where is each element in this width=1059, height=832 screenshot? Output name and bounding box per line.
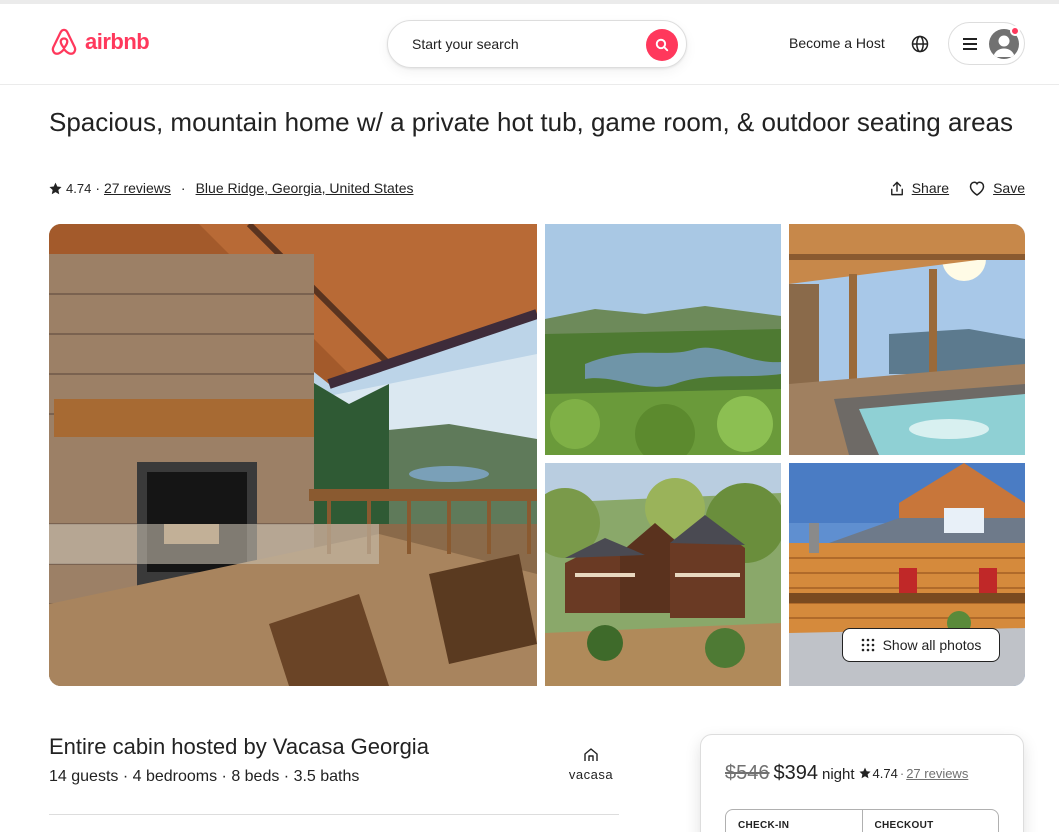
- checkout-field[interactable]: CHECKOUT: [861, 810, 999, 832]
- nightly-price: $394: [773, 762, 819, 784]
- logo-text: airbnb: [85, 29, 150, 54]
- price-unit: night: [822, 766, 855, 783]
- reviews-link[interactable]: 27 reviews: [104, 180, 171, 196]
- host-heading: Entire cabin hosted by Vacasa Georgia: [49, 734, 429, 759]
- card-rating-value: 4.74: [872, 765, 898, 781]
- price-row: $546 $394 night 4.74 · 27 reviews: [725, 762, 968, 785]
- heart-icon: [969, 180, 985, 196]
- meta-separator: ·: [180, 180, 186, 196]
- gallery-photo-main[interactable]: [49, 224, 537, 686]
- gallery-photo-3[interactable]: [789, 224, 1025, 455]
- save-button[interactable]: Save: [969, 180, 1025, 196]
- card-reviews-link[interactable]: 27 reviews: [906, 766, 968, 781]
- location-link[interactable]: Blue Ridge, Georgia, United States: [196, 180, 414, 196]
- card-rating-separator: ·: [899, 765, 905, 781]
- checkout-label: CHECKOUT: [874, 820, 934, 831]
- airbnb-logo-icon: [51, 28, 77, 55]
- listing-meta: 4.74 · 27 reviews · Blue Ridge, Georgia,…: [49, 180, 413, 196]
- search-placeholder: Start your search: [412, 36, 519, 52]
- section-divider: [49, 814, 619, 815]
- house-icon: [584, 748, 598, 761]
- star-icon: [49, 182, 62, 194]
- show-all-photos-button[interactable]: Show all photos: [842, 628, 1000, 662]
- meta-separator: ·: [95, 180, 100, 196]
- grid-dots-icon: [861, 638, 874, 652]
- host-logo-text: vacasa: [568, 767, 614, 782]
- save-label: Save: [993, 180, 1025, 196]
- gallery-photo-4[interactable]: [545, 463, 781, 686]
- date-picker[interactable]: CHECK-IN CHECKOUT: [725, 809, 999, 832]
- listing-rating: 4.74: [66, 180, 92, 196]
- share-label: Share: [911, 180, 950, 196]
- gallery-photo-2[interactable]: [545, 224, 781, 455]
- search-button[interactable]: [646, 29, 678, 61]
- listing-title: Spacious, mountain home w/ a private hot…: [49, 107, 1013, 137]
- search-bar[interactable]: Start your search: [387, 20, 687, 68]
- notification-dot: [1010, 26, 1020, 36]
- listing-actions: Share Save: [890, 180, 1025, 196]
- share-icon: [890, 181, 903, 195]
- globe-icon[interactable]: [911, 35, 929, 53]
- star-icon: [858, 767, 871, 779]
- photo-gallery: [49, 224, 1025, 686]
- card-rating: 4.74 · 27 reviews: [858, 765, 968, 781]
- airbnb-logo[interactable]: airbnb: [49, 26, 150, 58]
- site-header: airbnb Start your search Become a Host: [0, 4, 1059, 85]
- booking-card: $546 $394 night 4.74 · 27 reviews CHECK-…: [700, 734, 1024, 832]
- checkin-field[interactable]: CHECK-IN: [726, 810, 862, 832]
- original-price: $546: [725, 762, 770, 784]
- listing-details: 14 guests · 4 bedrooms · 8 beds · 3.5 ba…: [49, 768, 360, 785]
- show-all-photos-label: Show all photos: [882, 637, 982, 653]
- hamburger-menu-icon: [963, 37, 977, 50]
- search-icon: [655, 38, 669, 52]
- host-logo[interactable]: vacasa: [567, 748, 615, 782]
- checkin-label: CHECK-IN: [738, 820, 790, 831]
- become-host-link[interactable]: Become a Host: [789, 35, 885, 51]
- share-button[interactable]: Share: [890, 180, 949, 196]
